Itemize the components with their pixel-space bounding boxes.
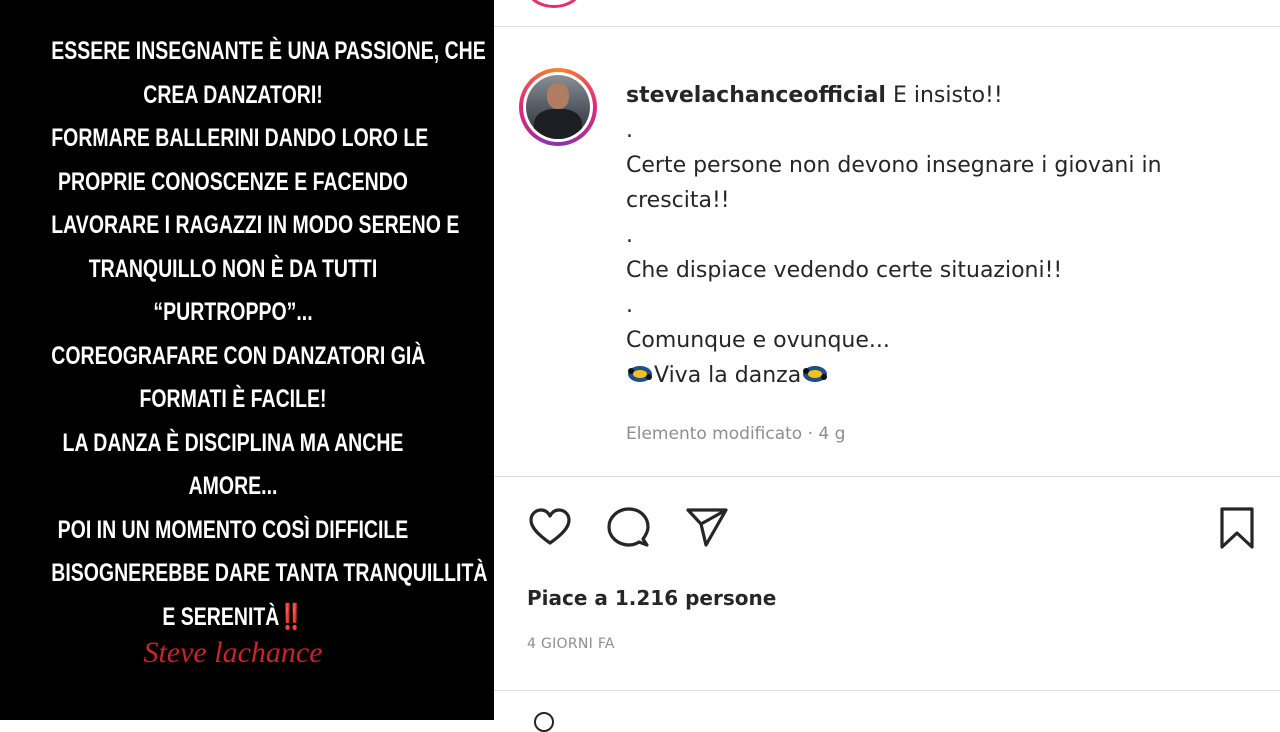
story-line: BISOGNEREBBE DARE TANTA TRANQUILLITÀ <box>51 559 488 587</box>
actions-divider <box>494 476 1280 477</box>
heart-icon[interactable] <box>527 505 573 551</box>
post-caption: stevelachanceofficial E insisto!! . Cert… <box>626 78 1266 393</box>
avatar-photo <box>526 75 590 139</box>
dancing-emoji-icon <box>803 366 828 382</box>
avatar-body <box>534 109 582 139</box>
caption-first-line: stevelachanceofficial E insisto!! <box>626 78 1266 113</box>
paper-plane-icon[interactable] <box>684 505 730 551</box>
caption-line: Che dispiace vedendo certe situazioni!! <box>626 258 1063 283</box>
story-line-last: E SERENITÀ‼️ <box>51 596 414 640</box>
story-line: FORMATI È FACILE! <box>139 385 327 413</box>
avatar[interactable] <box>519 68 597 146</box>
caption-last-text: Viva la danza <box>654 363 802 388</box>
caption-first-text: E insisto!! <box>892 83 1003 108</box>
avatar-head <box>547 83 569 109</box>
story-line: “PURTROPPO”... <box>153 298 313 326</box>
story-line: TRANQUILLO NON È DA TUTTI <box>88 254 378 283</box>
dancing-emoji-icon <box>628 366 652 382</box>
story-last-text: E SERENITÀ <box>162 602 280 631</box>
story-image: ESSERE INSEGNANTE È UNA PASSIONE, CHE CR… <box>0 0 494 720</box>
header-divider <box>494 26 1280 27</box>
avatar-border <box>523 72 593 142</box>
edited-label: Elemento modificato · 4 g <box>626 424 846 444</box>
story-line: ESSERE INSEGNANTE È UNA PASSIONE, CHE <box>51 37 486 65</box>
story-line: LAVORARE I RAGAZZI IN MODO SERENO E <box>51 211 460 239</box>
caption-line: . <box>626 293 633 318</box>
caption-line: Comunque e ovunque... <box>626 328 890 353</box>
story-line: LA DANZA È DISCIPLINA MA ANCHE <box>62 428 404 457</box>
caption-line: crescita!! <box>626 188 730 213</box>
post-timestamp[interactable]: 4 GIORNI FA <box>527 636 615 652</box>
double-exclamation-emoji: ‼️ <box>279 602 304 631</box>
comment-divider <box>494 690 1280 691</box>
story-line: COREOGRAFARE CON DANZATORI GIÀ <box>51 341 426 370</box>
story-line: POI IN UN MOMENTO COSÌ DIFFICILE <box>57 515 409 544</box>
header-avatar[interactable] <box>526 0 582 8</box>
comment-icon[interactable] <box>605 505 651 551</box>
signature: Steve lachance <box>143 636 323 669</box>
story-line: AMORE... <box>188 472 278 500</box>
story-line: FORMARE BALLERINI DANDO LORO LE <box>51 124 429 152</box>
caption-line: Certe persone non devono insegnare i gio… <box>626 153 1162 178</box>
likes-count[interactable]: Piace a 1.216 persone <box>527 586 776 610</box>
username-link[interactable]: stevelachanceofficial <box>626 83 886 108</box>
caption-line: . <box>626 223 633 248</box>
post-panel: stevelachanceofficial E insisto!! . Cert… <box>494 0 1280 732</box>
caption-last-line: Viva la danza <box>626 358 1266 393</box>
story-line: PROPRIE CONOSCENZE E FACENDO <box>58 167 408 196</box>
story-line: CREA DANZATORI! <box>143 80 323 109</box>
story-text: ESSERE INSEGNANTE È UNA PASSIONE, CHE CR… <box>0 30 488 640</box>
caption-line: . <box>626 118 633 143</box>
emoji-picker-icon[interactable] <box>534 712 554 732</box>
bookmark-icon[interactable] <box>1214 505 1260 551</box>
